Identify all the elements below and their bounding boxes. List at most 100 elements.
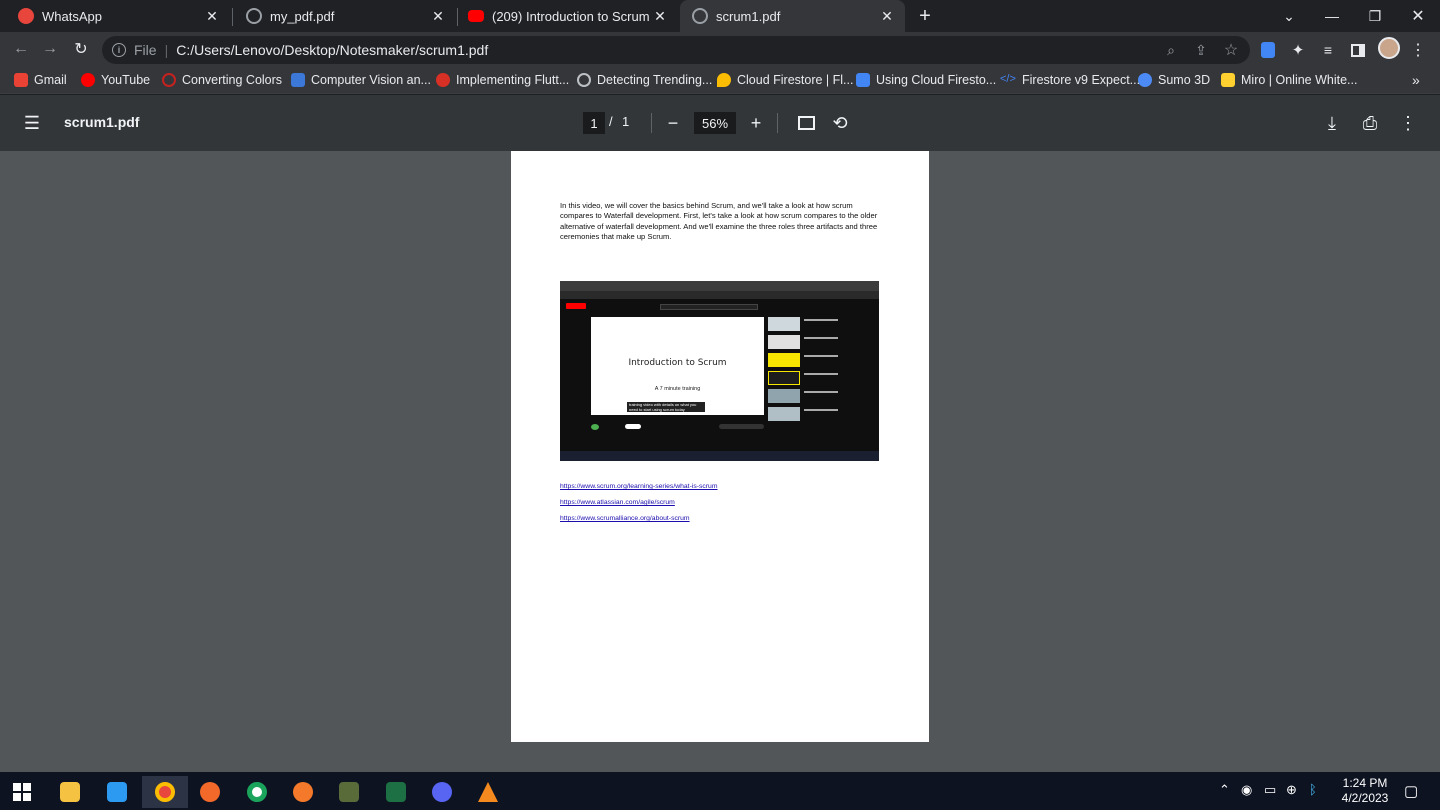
rotate-icon[interactable]: ⟲ [829, 112, 851, 134]
bookmark-label: Miro | Online White... [1241, 73, 1358, 87]
close-icon[interactable]: ✕ [202, 8, 222, 25]
bookmark-firestore-v9[interactable]: </> Firestore v9 Expect... [1000, 70, 1140, 90]
bluetooth-icon[interactable]: ᛒ [1309, 782, 1317, 797]
app-orange-icon[interactable] [190, 776, 230, 808]
print-icon[interactable]: ⎙ [1359, 112, 1381, 134]
embedded-youtube-screenshot: Introduction to Scrum A 7 minute trainin… [560, 281, 879, 461]
app-green-icon[interactable] [237, 776, 277, 808]
tab-search-icon[interactable]: ⌄ [1267, 0, 1311, 32]
url-text[interactable]: C:/Users/Lenovo/Desktop/Notesmaker/scrum… [176, 42, 488, 58]
sidebar-menu-icon[interactable]: ☰ [21, 112, 43, 134]
bookmark-gmail[interactable]: Gmail [14, 70, 67, 90]
bookmark-sumo-3d[interactable]: Sumo 3D [1138, 70, 1210, 90]
fit-to-page-icon[interactable] [795, 112, 817, 134]
address-bar[interactable]: i File | C:/Users/Lenovo/Desktop/Notesma… [102, 36, 1250, 64]
side-panel-icon[interactable] [1348, 40, 1368, 60]
colors-icon [162, 73, 176, 87]
pdf-more-icon[interactable]: ⋮ [1397, 112, 1419, 134]
kebab-menu-icon[interactable]: ⋮ [1408, 40, 1428, 60]
bookmark-cloud-firestore[interactable]: Cloud Firestore | Fl... [717, 70, 853, 90]
screenshot-bookmarks [560, 291, 879, 299]
bookmark-detecting-trending[interactable]: Detecting Trending... [577, 70, 712, 90]
file-explorer-icon[interactable] [50, 776, 90, 808]
download-icon[interactable]: ⤓ [1321, 112, 1343, 134]
pdf-toolbar: ☰ scrum1.pdf 1 / 1 − 56% + ⟲ ⤓ ⎙ ⋮ [0, 95, 1440, 151]
reload-icon[interactable]: ↻ [70, 38, 92, 60]
bookmark-youtube[interactable]: YouTube [81, 70, 150, 90]
tab-youtube-scrum[interactable]: (209) Introduction to Scrum - 7 M ✕ [450, 0, 678, 32]
link-scrum-org[interactable]: https://www.scrum.org/learning-series/wh… [560, 483, 718, 490]
bookmark-label: Detecting Trending... [597, 73, 713, 87]
bookmark-miro[interactable]: Miro | Online White... [1221, 70, 1357, 90]
tray-record-icon[interactable]: ◉ [1241, 782, 1252, 798]
share-icon[interactable]: ⇪ [1191, 40, 1211, 60]
tab-scrum1-pdf[interactable]: scrum1.pdf ✕ [680, 0, 905, 32]
chrome-icon[interactable] [142, 776, 188, 808]
windows-start-icon[interactable] [2, 776, 42, 808]
screenshot-taskbar [560, 451, 879, 461]
bookmark-label: Gmail [34, 73, 67, 87]
blender-icon[interactable] [283, 776, 323, 808]
bookmarks-overflow-icon[interactable]: » [1412, 70, 1420, 90]
windows-taskbar: ⌃ ◉ ▭ ⊕ ᛒ 1:24 PM 4/2/2023 ▢ [0, 772, 1440, 810]
bookmark-converting-colors[interactable]: Converting Colors [162, 70, 282, 90]
screenshot-video-subtitle: A 7 minute training [654, 386, 701, 392]
bookmark-computer-vision[interactable]: Computer Vision an... [291, 70, 431, 90]
vlc-icon[interactable] [468, 776, 508, 808]
info-icon[interactable]: i [112, 43, 126, 57]
extensions-puzzle-icon[interactable]: ✦ [1288, 40, 1308, 60]
bookmark-label: Sumo 3D [1158, 73, 1211, 87]
tab-my-pdf[interactable]: my_pdf.pdf ✕ [228, 0, 456, 32]
link-atlassian[interactable]: https://www.atlassian.com/agile/scrum [560, 499, 675, 506]
zoom-icon[interactable]: ⌕ [1161, 40, 1181, 60]
close-icon[interactable]: ✕ [877, 8, 897, 25]
zoom-level-input[interactable]: 56% [694, 112, 736, 134]
minimize-icon[interactable]: — [1310, 0, 1354, 32]
youtube-icon [81, 73, 95, 87]
discord-icon[interactable] [422, 776, 462, 808]
media-controls-icon[interactable]: ≡ [1318, 40, 1338, 60]
screenshot-channel-avatar [591, 424, 599, 430]
page-number-input[interactable]: 1 [583, 112, 605, 134]
bookmark-label: Implementing Flutt... [456, 73, 570, 87]
restore-icon[interactable]: ❐ [1353, 0, 1397, 32]
screenshot-thumb [768, 335, 800, 349]
tray-overflow-icon[interactable]: ⌃ [1219, 782, 1230, 798]
forward-icon[interactable]: → [39, 38, 61, 60]
globe-icon [577, 73, 591, 87]
screenshot-caption: training video with details on what you … [627, 402, 705, 412]
clock-time: 1:24 PM [1342, 776, 1388, 790]
new-tab-icon[interactable]: + [903, 0, 947, 32]
tab-title: WhatsApp [42, 8, 102, 24]
tab-title: my_pdf.pdf [270, 8, 335, 24]
bookmark-star-icon[interactable]: ☆ [1221, 40, 1241, 60]
close-icon[interactable]: ✕ [650, 8, 670, 25]
zoom-in-icon[interactable]: + [745, 112, 767, 134]
pdf-viewer[interactable]: In this video, we will cover the basics … [0, 151, 1440, 772]
system-clock[interactable]: 1:24 PM 4/2/2023 [1330, 776, 1400, 806]
screenshot-video-title: Introduction to Scrum [628, 358, 727, 368]
zoom-out-icon[interactable]: − [662, 112, 684, 134]
ieee-icon [291, 73, 305, 87]
screenshot-thumb [768, 317, 800, 331]
bookmark-implementing-flutter[interactable]: Implementing Flutt... [436, 70, 569, 90]
screenshot-subscribe [625, 424, 641, 429]
network-globe-icon[interactable]: ⊕ [1286, 782, 1297, 798]
extension-docs-icon[interactable] [1258, 40, 1278, 60]
bookmark-label: Firestore v9 Expect... [1022, 73, 1141, 87]
vscode-icon[interactable] [97, 776, 137, 808]
tab-whatsapp[interactable]: WhatsApp ✕ [0, 0, 230, 32]
excel-icon[interactable] [376, 776, 416, 808]
link-scrum-alliance[interactable]: https://www.scrumalliance.org/about-scru… [560, 515, 690, 522]
gmail-icon [14, 73, 28, 87]
mw-icon[interactable] [329, 776, 369, 808]
battery-icon[interactable]: ▭ [1264, 782, 1276, 798]
close-icon[interactable]: ✕ [428, 8, 448, 25]
back-icon[interactable]: ← [10, 38, 32, 60]
profile-avatar-icon[interactable] [1378, 37, 1400, 59]
notification-icon[interactable]: ▢ [1404, 782, 1418, 800]
close-window-icon[interactable]: ✕ [1396, 0, 1440, 32]
flutter-icon [436, 73, 450, 87]
screenshot-thumb [768, 407, 800, 421]
bookmark-using-cloud-firestore[interactable]: Using Cloud Firesto... [856, 70, 996, 90]
